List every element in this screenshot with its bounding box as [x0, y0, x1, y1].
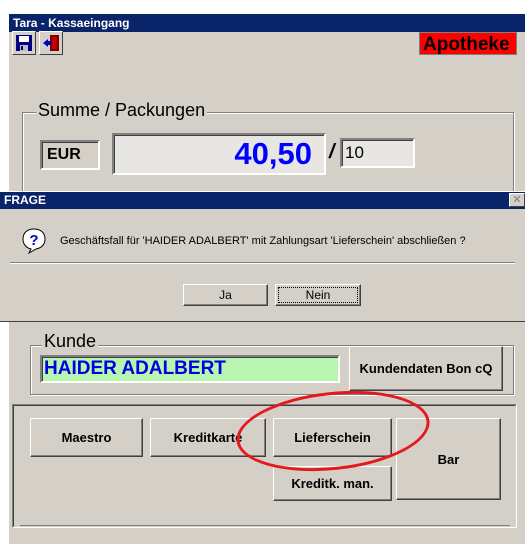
no-button[interactable]: Nein [275, 284, 361, 306]
summary-group-label: Summe / Packungen [36, 100, 208, 120]
yes-label: Ja [219, 288, 232, 302]
lieferschein-label: Lieferschein [294, 430, 371, 445]
no-label: Nein [305, 288, 331, 302]
bar-button[interactable]: Bar [396, 418, 501, 500]
customer-group-label: Kunde [42, 331, 99, 351]
dialog-title: FRAGE [0, 192, 525, 209]
amount-field: 40,50 [112, 133, 326, 175]
close-icon[interactable]: ✕ [509, 193, 525, 207]
exit-door-icon [43, 35, 59, 51]
window-title: Tara - Kassaeingang [9, 14, 525, 32]
lieferschein-button[interactable]: Lieferschein [273, 418, 392, 457]
currency-field: EUR [40, 140, 100, 170]
maestro-label: Maestro [61, 430, 112, 445]
save-button[interactable] [12, 31, 36, 55]
question-icon: ? [22, 228, 46, 254]
dialog-divider [10, 262, 515, 263]
customer-data-button[interactable]: Kundendaten Bon cQ [349, 346, 503, 391]
amount-separator: / [329, 141, 335, 163]
customer-name-field[interactable]: HAIDER ADALBERT [40, 355, 340, 383]
svg-text:?: ? [29, 232, 38, 249]
maestro-button[interactable]: Maestro [30, 418, 143, 457]
kreditk-man-label: Kreditk. man. [291, 476, 374, 491]
bar-label: Bar [437, 451, 460, 467]
kreditk-man-button[interactable]: Kreditk. man. [273, 466, 392, 501]
floppy-disk-icon [16, 35, 32, 51]
bottom-divider [20, 525, 510, 526]
exit-button[interactable] [39, 31, 63, 55]
kreditkarte-label: Kreditkarte [173, 430, 243, 445]
dialog-message: Geschäftsfall für 'HAIDER ADALBERT' mit … [60, 235, 466, 247]
yes-button[interactable]: Ja [183, 284, 268, 306]
apotheke-badge: Apotheke [419, 32, 517, 55]
kreditkarte-button[interactable]: Kreditkarte [150, 418, 266, 457]
packages-field: 10 [340, 138, 415, 168]
